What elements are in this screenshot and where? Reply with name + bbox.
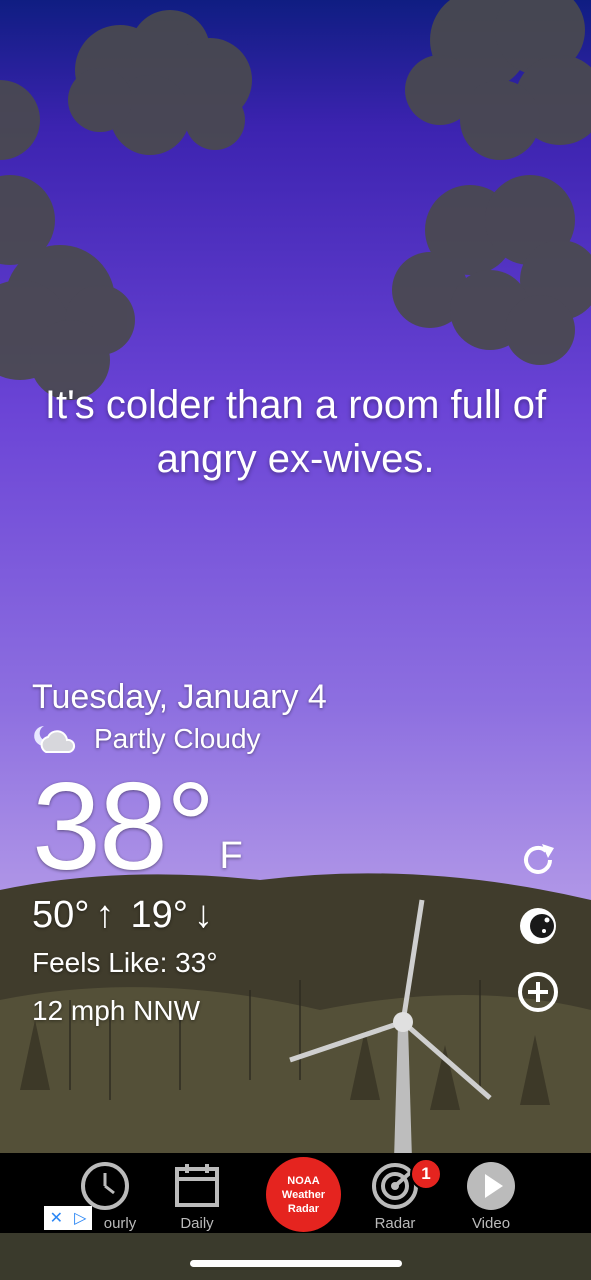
night-mode-icon [520,908,556,944]
down-arrow-icon: ↓ [193,894,213,936]
condition-text: Partly Cloudy [94,723,261,754]
tab-video-label: Video [471,1215,511,1232]
radar-notification-badge: 1 [410,1158,442,1190]
high-temperature: 50° [32,894,90,936]
noaa-radar-button[interactable]: NOAA Weather Radar [266,1157,341,1232]
add-location-button[interactable] [516,970,560,1014]
up-arrow-icon: ↑ [95,894,115,936]
tab-daily-label: Daily [180,1215,214,1232]
bottom-safe-area [0,1233,591,1280]
high-low-row: 50° ↑ 19° ↓ [32,894,327,937]
tab-radar-label: Radar [374,1215,416,1232]
ad-choices[interactable]: ✕ ▷ [44,1206,92,1230]
adchoices-icon[interactable]: ▷ [74,1208,86,1228]
close-icon[interactable]: ✕ [50,1208,63,1228]
clock-icon [81,1162,129,1210]
partly-cloudy-night-icon [34,726,76,753]
weather-background [0,0,591,1280]
tab-daily[interactable]: Daily [147,1153,247,1233]
home-indicator[interactable] [190,1260,402,1267]
condition-row: Partly Cloudy [32,722,327,756]
night-mode-button[interactable] [516,904,560,948]
tab-hourly-label: ourly [103,1215,137,1232]
temperature-row: 38° F [32,758,327,896]
feels-like: Feels Like: 33° [32,947,218,978]
play-icon [467,1162,515,1210]
low-temperature: 19° [130,894,188,936]
tab-video[interactable]: Video [441,1153,541,1233]
wind-speed: 12 mph NNW [32,995,201,1026]
add-location-icon [518,972,558,1012]
temperature-unit[interactable]: F [220,835,243,878]
refresh-button[interactable] [516,838,560,882]
current-temperature: 38° [32,758,216,896]
current-conditions: Tuesday, January 4 Partly Cloudy 38° F 5… [32,676,327,1027]
weather-quote: It's colder than a room full of angry ex… [44,383,547,481]
calendar-icon [175,1164,219,1207]
current-date: Tuesday, January 4 [32,678,327,716]
refresh-icon [524,844,554,874]
